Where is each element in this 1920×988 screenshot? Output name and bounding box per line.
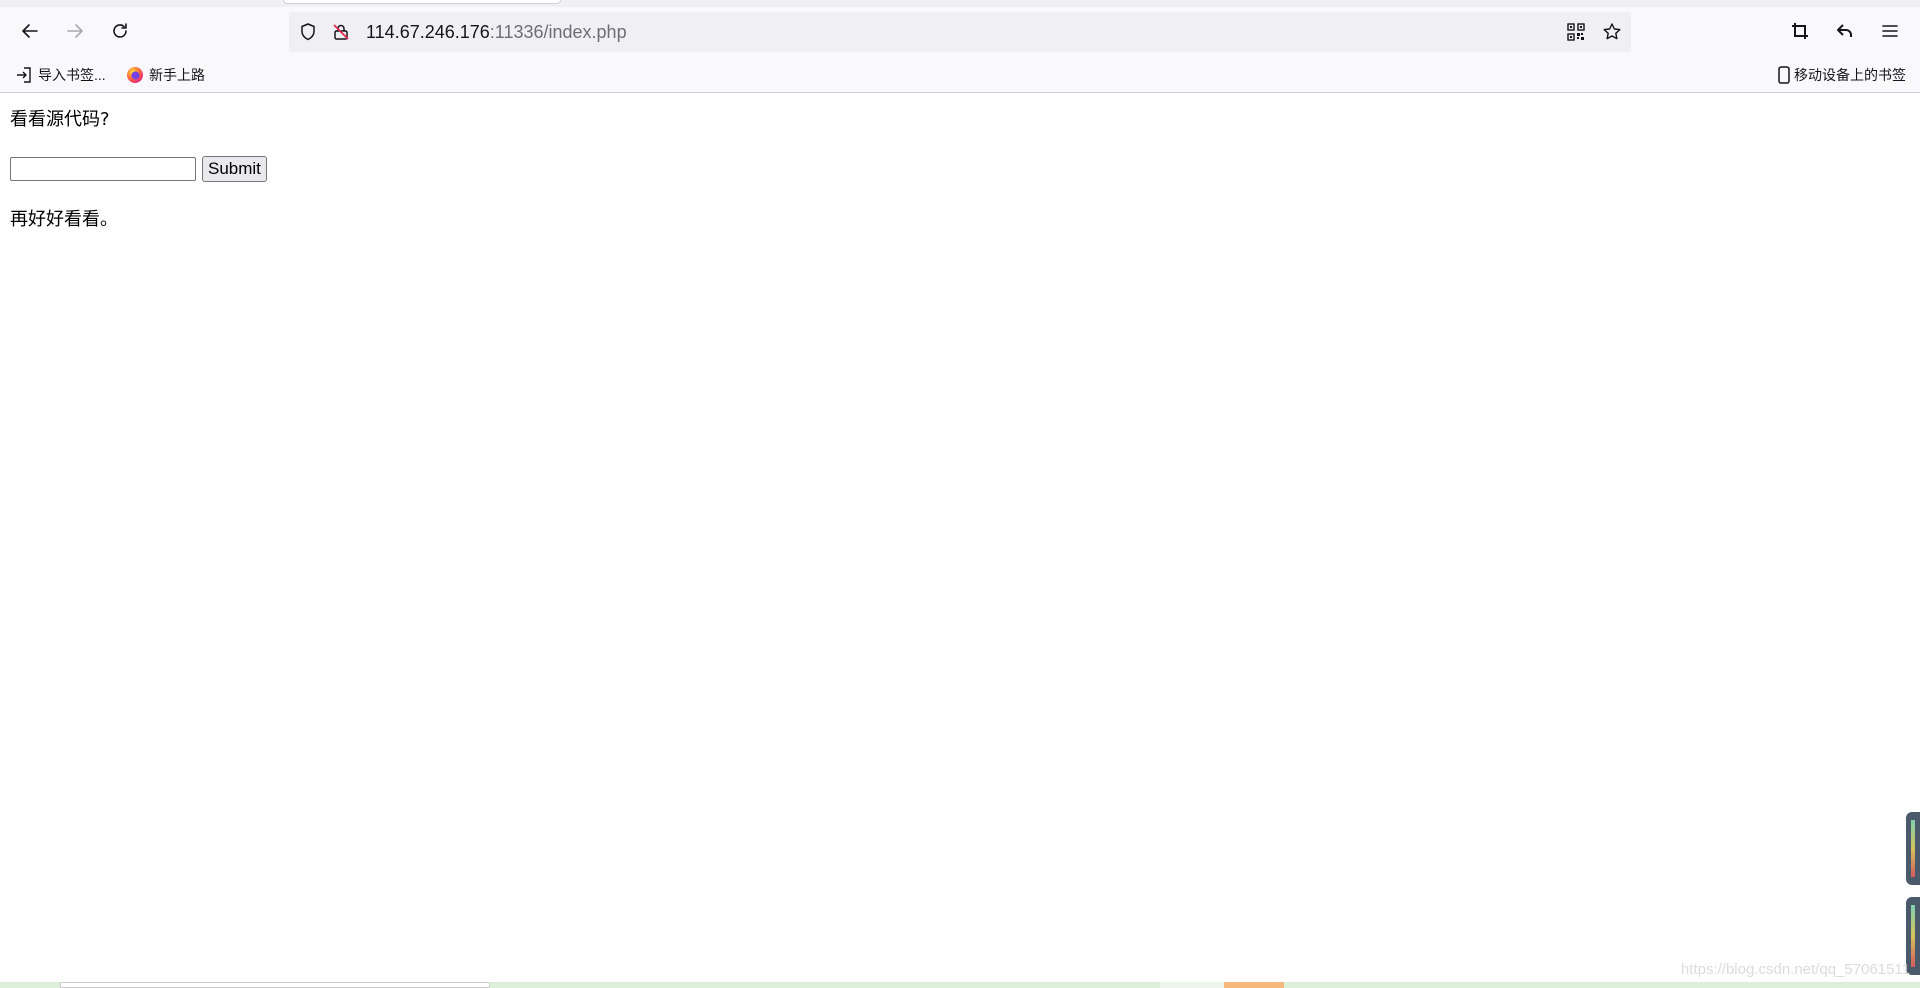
active-tab[interactable] <box>283 0 561 4</box>
insecure-lock-icon[interactable] <box>331 22 351 42</box>
bookmark-getting-started[interactable]: 新手上路 <box>126 65 205 85</box>
bookmarks-toolbar: 导入书签... 新手上路 移动设备上的书签 <box>0 59 1920 93</box>
import-icon <box>15 66 33 84</box>
bookmark-label: 导入书签... <box>38 67 106 83</box>
back-icon <box>20 21 40 45</box>
url-text[interactable]: 114.67.246.176:11336/index.php <box>366 12 627 52</box>
screenshot-button[interactable] <box>1784 17 1816 49</box>
bookmark-mobile[interactable]: 移动设备上的书签 <box>1775 65 1906 85</box>
submit-button[interactable]: Submit <box>202 156 267 182</box>
url-path: :11336/index.php <box>489 22 627 42</box>
menu-button[interactable] <box>1874 17 1906 49</box>
search-form: Submit <box>10 156 267 182</box>
back-button[interactable] <box>14 17 46 49</box>
bookmark-label: 新手上路 <box>149 67 205 83</box>
star-icon[interactable] <box>1602 22 1622 42</box>
watermark: https://blog.csdn.net/qq_57061511 <box>1680 961 1910 978</box>
page-heading: 看看源代码? <box>10 109 110 130</box>
firefox-icon <box>126 66 144 84</box>
mobile-device-icon <box>1775 66 1793 84</box>
shield-icon[interactable] <box>298 22 318 42</box>
forward-icon <box>65 21 85 45</box>
undo-icon <box>1835 21 1855 45</box>
navigation-toolbar: 114.67.246.176:11336/index.php <box>0 7 1920 59</box>
url-host: 114.67.246.176 <box>366 22 490 42</box>
forward-button[interactable] <box>59 17 91 49</box>
address-bar[interactable]: 114.67.246.176:11336/index.php <box>289 12 1631 52</box>
bookmark-import[interactable]: 导入书签... <box>15 65 106 85</box>
undo-button[interactable] <box>1829 17 1861 49</box>
bottom-strip <box>0 982 1920 988</box>
bookmark-label: 移动设备上的书签 <box>1794 67 1906 83</box>
reload-button[interactable] <box>104 17 136 49</box>
screenshot-crop-icon <box>1790 21 1810 45</box>
menu-icon <box>1880 21 1900 45</box>
result-text: 再好好看看。 <box>10 209 118 230</box>
text-input[interactable] <box>10 157 196 181</box>
side-widget-top[interactable] <box>1906 812 1920 885</box>
reload-icon <box>110 21 130 45</box>
qr-code-icon[interactable] <box>1566 22 1586 42</box>
